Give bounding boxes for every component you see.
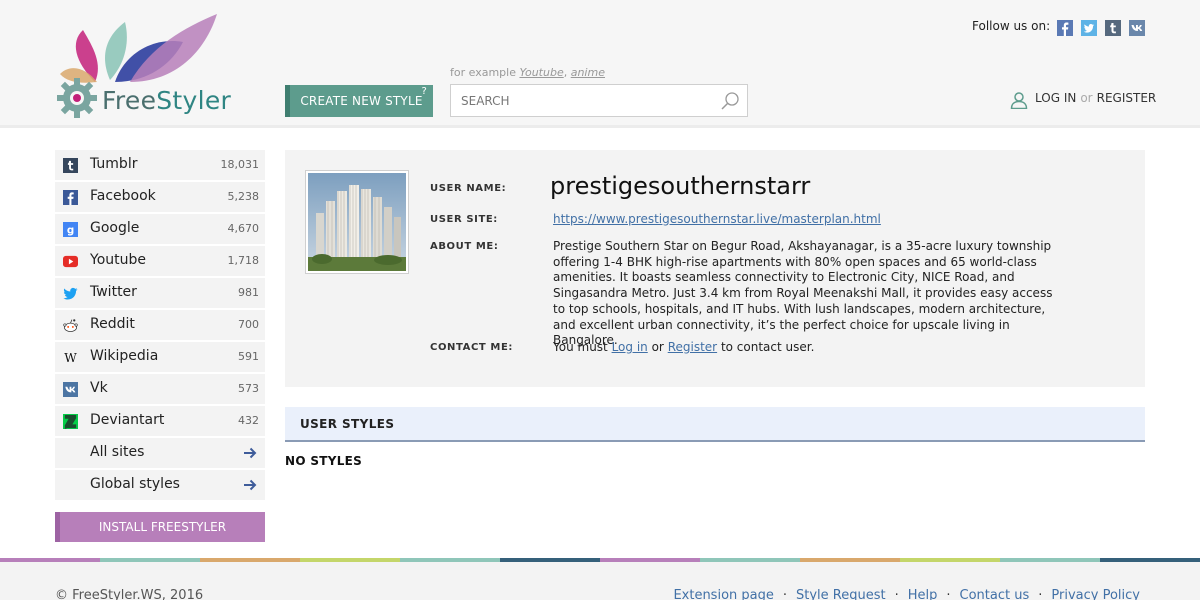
user-site-link[interactable]: https://www.prestigesouthernstar.live/ma… bbox=[553, 212, 881, 226]
sidebar-item-wikipedia[interactable]: W Wikipedia 591 bbox=[55, 342, 265, 372]
sidebar-item-deviantart[interactable]: Deviantart 432 bbox=[55, 406, 265, 436]
user-site-label: USER SITE: bbox=[430, 214, 498, 225]
sidebar-item-label: Facebook bbox=[90, 188, 156, 204]
user-name-value: prestigesouthernstarr bbox=[550, 172, 811, 200]
example-link-youtube[interactable]: Youtube bbox=[519, 66, 563, 79]
sidebar-item-facebook[interactable]: Facebook 5,238 bbox=[55, 182, 265, 212]
create-style-help-icon[interactable]: ? bbox=[421, 76, 427, 108]
google-icon: g bbox=[63, 222, 78, 237]
sidebar-item-label: Google bbox=[90, 220, 140, 236]
facebook-icon bbox=[63, 190, 78, 205]
sidebar-item-tumblr[interactable]: Tumblr 18,031 bbox=[55, 150, 265, 180]
tumblr-icon bbox=[63, 158, 78, 173]
sidebar-item-reddit[interactable]: Reddit 700 bbox=[55, 310, 265, 340]
search-examples: for example Youtube, anime bbox=[450, 66, 605, 79]
sidebar-item-count: 573 bbox=[238, 382, 259, 395]
tumblr-icon[interactable] bbox=[1105, 20, 1121, 36]
vk-icon[interactable] bbox=[1129, 20, 1145, 36]
install-freestyler-button[interactable]: INSTALL FREESTYLER bbox=[55, 512, 265, 542]
sidebar-item-count: 591 bbox=[238, 350, 259, 363]
contact-login-link[interactable]: Log in bbox=[612, 340, 648, 354]
contact-suffix: to contact user. bbox=[720, 340, 815, 354]
logo-text-styler: Styler bbox=[156, 86, 232, 115]
svg-text:W: W bbox=[64, 351, 77, 365]
sidebar-item-youtube[interactable]: Youtube 1,718 bbox=[55, 246, 265, 276]
copyright-text: © FreeStyler.WS, 2016 bbox=[55, 588, 204, 600]
sidebar-item-vk[interactable]: Vk 573 bbox=[55, 374, 265, 404]
sidebar-item-count: 432 bbox=[238, 414, 259, 427]
logo-text-free: Free bbox=[102, 86, 157, 115]
user-styles-title: USER STYLES bbox=[300, 417, 395, 431]
svg-text:g: g bbox=[67, 225, 74, 237]
auth-links: LOG IN or REGISTER bbox=[1035, 91, 1156, 105]
create-new-style-label: CREATE NEW STYLE bbox=[300, 94, 423, 108]
sidebar-item-count: 5,238 bbox=[227, 190, 260, 203]
twitter-icon[interactable] bbox=[1081, 20, 1097, 36]
sidebar-item-label: Vk bbox=[90, 380, 108, 396]
footer-links: Extension page · Style Request · Help · Contac… bbox=[673, 588, 1140, 600]
footer-link-contact-us[interactable]: Contact us bbox=[960, 588, 1030, 600]
footer-link-privacy-policy[interactable]: Privacy Policy bbox=[1051, 588, 1140, 600]
sidebar-item-global-styles[interactable]: Global styles bbox=[55, 470, 265, 500]
contact-register-link[interactable]: Register bbox=[668, 340, 717, 354]
sidebar-item-label: Twitter bbox=[90, 284, 137, 300]
user-name-label: USER NAME: bbox=[430, 183, 507, 194]
search-box bbox=[450, 84, 748, 117]
contact-me-text: You must Log in or Register to contact u… bbox=[553, 340, 814, 354]
sidebar-item-count: 700 bbox=[238, 318, 259, 331]
contact-prefix: You must bbox=[553, 340, 608, 354]
example-prefix: for example bbox=[450, 66, 516, 79]
footer-link-style-request[interactable]: Style Request bbox=[796, 588, 886, 600]
vk-icon bbox=[63, 382, 78, 397]
twitter-icon bbox=[63, 287, 78, 300]
sidebar-item-label: Deviantart bbox=[90, 412, 165, 428]
avatar-building-image bbox=[308, 173, 406, 271]
site-footer: © FreeStyler.WS, 2016 Extension page · Sty… bbox=[0, 562, 1200, 600]
about-me-text: Prestige Southern Star on Begur Road, Ak… bbox=[553, 239, 1053, 348]
sidebar-item-label: Reddit bbox=[90, 316, 135, 332]
sidebar-item-label: All sites bbox=[90, 444, 145, 460]
reddit-icon bbox=[63, 319, 78, 332]
sidebar-item-twitter[interactable]: Twitter 981 bbox=[55, 278, 265, 308]
arrow-right-icon bbox=[244, 479, 257, 491]
logo-text[interactable]: FreeStyler bbox=[102, 86, 231, 115]
sidebar-item-all-sites[interactable]: All sites bbox=[55, 438, 265, 468]
example-link-anime[interactable]: anime bbox=[571, 66, 605, 79]
deviantart-icon bbox=[63, 414, 78, 429]
facebook-icon[interactable] bbox=[1057, 20, 1073, 36]
sidebar-item-label: Youtube bbox=[90, 252, 146, 268]
user-styles-header: USER STYLES bbox=[285, 407, 1145, 442]
sidebar-item-count: 981 bbox=[238, 286, 259, 299]
sidebar-item-label: Tumblr bbox=[90, 156, 138, 172]
search-input[interactable] bbox=[451, 85, 701, 116]
no-styles-message: NO STYLES bbox=[285, 454, 363, 468]
user-icon[interactable] bbox=[1010, 91, 1028, 109]
wikipedia-icon: W bbox=[64, 351, 77, 365]
youtube-icon bbox=[63, 255, 78, 268]
site-header: FreeStyler CREATE NEW STYLE ? for exampl… bbox=[0, 0, 1200, 128]
login-link[interactable]: LOG IN bbox=[1035, 91, 1076, 105]
sidebar-item-label: Wikipedia bbox=[90, 348, 159, 364]
create-new-style-button[interactable]: CREATE NEW STYLE ? bbox=[285, 85, 433, 117]
sites-sidebar: Tumblr 18,031 Facebook 5,238 g Google 4,… bbox=[55, 150, 265, 502]
arrow-right-icon bbox=[244, 447, 257, 459]
user-avatar bbox=[305, 170, 409, 274]
sidebar-item-count: 1,718 bbox=[227, 254, 260, 267]
sidebar-item-count: 18,031 bbox=[220, 158, 260, 171]
user-profile-panel: USER NAME: prestigesouthernstarr USER SI… bbox=[285, 150, 1145, 387]
sidebar-item-count: 4,670 bbox=[227, 222, 260, 235]
follow-us-label: Follow us on: bbox=[972, 19, 1051, 33]
sidebar-item-google[interactable]: g Google 4,670 bbox=[55, 214, 265, 244]
register-link[interactable]: REGISTER bbox=[1097, 91, 1157, 105]
about-me-label: ABOUT ME: bbox=[430, 241, 499, 252]
footer-link-help[interactable]: Help bbox=[908, 588, 938, 600]
search-icon[interactable] bbox=[720, 91, 740, 111]
sidebar-item-label: Global styles bbox=[90, 476, 180, 492]
contact-me-label: CONTACT ME: bbox=[430, 342, 514, 353]
contact-or: or bbox=[651, 340, 664, 354]
or-label: or bbox=[1080, 91, 1093, 105]
footer-link-extension-page[interactable]: Extension page bbox=[673, 588, 773, 600]
